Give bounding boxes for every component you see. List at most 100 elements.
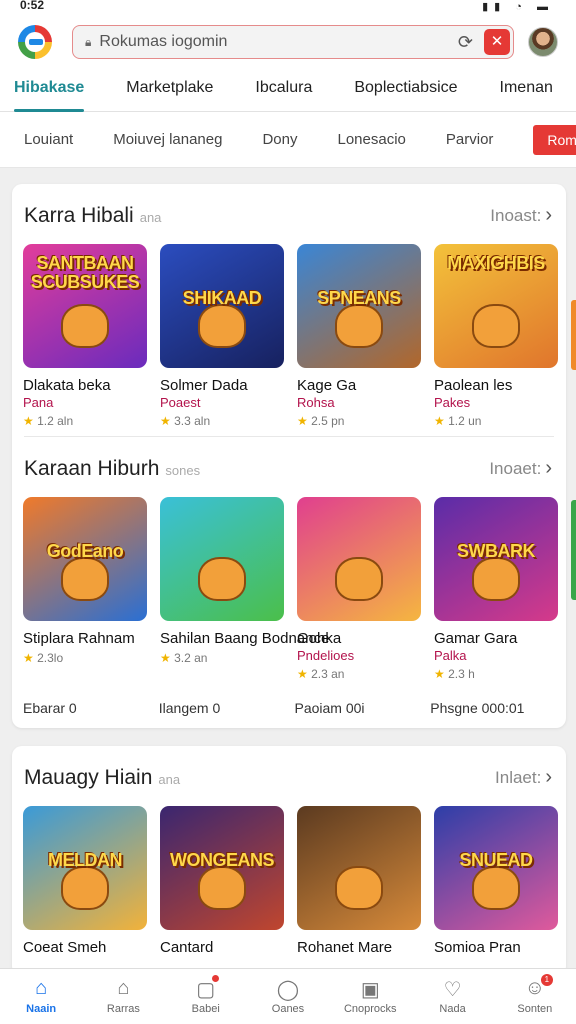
game-title: Gohka xyxy=(297,630,342,647)
app-logo-icon[interactable] xyxy=(18,25,52,59)
game-tile[interactable]: SHIKAAD Solmer Dada Poaest ★ 3.3 aln xyxy=(160,244,284,428)
game-thumbnail[interactable]: SWBARK xyxy=(434,497,558,621)
game-character-icon xyxy=(472,866,520,910)
rome-button[interactable]: Rome xyxy=(533,124,576,155)
see-more-label: Inlaet: xyxy=(495,768,542,787)
nav-sonten[interactable]: ☺ 1 Sonten xyxy=(494,969,576,1024)
nav-label: Cnoprocks xyxy=(343,1003,397,1015)
tab-boplectiabsice[interactable]: Boplectiabsice xyxy=(354,68,457,112)
rating-value: 1.2 aln xyxy=(37,414,74,428)
game-thumbnail[interactable] xyxy=(297,497,421,621)
game-logo-text: SNUEAD xyxy=(459,849,533,870)
game-thumbnail[interactable]: SHIKAAD xyxy=(160,244,284,368)
refresh-icon[interactable]: ⟳ xyxy=(458,32,473,53)
game-tile[interactable]: GodEano Stiplara Rahnam ★ 2.3lo xyxy=(23,497,147,681)
subnav-item[interactable]: Dony xyxy=(262,131,297,148)
game-title: Dlakata beka xyxy=(23,377,111,394)
game-thumbnail[interactable]: SNUEAD xyxy=(434,806,558,930)
game-title: Stiplara Rahnam xyxy=(23,630,135,647)
game-logo-text: SPNEANS xyxy=(317,287,401,308)
nav-label: Oanes xyxy=(271,1003,305,1015)
rating-value: 1.2 un xyxy=(448,414,482,428)
game-subtitle: Pakes xyxy=(434,395,471,410)
price-label: Ilangem 0 xyxy=(158,700,221,716)
see-more-link[interactable]: Inoaet: › xyxy=(489,457,552,480)
games-card: Mauagy Hiain ana Inlaet: › MELDAN Coeat Sme… xyxy=(12,746,566,976)
see-more-link[interactable]: Inoast: › xyxy=(490,204,552,227)
search-bar[interactable]: 🔒︎ Rokumas iogomin ⟳ ✕ xyxy=(72,25,514,59)
game-thumbnail[interactable]: SANTBAAN SCUBSUKES xyxy=(23,244,147,368)
see-more-link[interactable]: Inlaet: › xyxy=(495,766,552,789)
nav-oanes[interactable]: ◯ Oanes xyxy=(247,969,329,1024)
game-tile[interactable]: Sahilan Baang Bodnance ★ 3.2 an xyxy=(160,497,329,681)
game-thumbnail[interactable]: MELDAN xyxy=(23,806,147,930)
rating-value: 2.5 pn xyxy=(311,414,345,428)
star-icon: ★ xyxy=(434,667,449,681)
search-input[interactable]: Rokumas iogomin xyxy=(99,33,227,51)
square-icon: ▢ xyxy=(196,979,216,1001)
star-icon: ★ xyxy=(23,414,38,428)
game-tile[interactable]: Gohka Pndelioes ★ 2.3 an xyxy=(297,497,421,681)
nav-nada[interactable]: ♡ Nada xyxy=(411,969,493,1024)
tab-ibcalura[interactable]: Ibcalura xyxy=(255,68,312,112)
box-icon: ▣ xyxy=(360,979,380,1001)
game-title: Paolean les xyxy=(434,377,513,394)
avatar[interactable] xyxy=(528,27,558,57)
nav-label: Rarras xyxy=(106,1003,140,1015)
game-subtitle: Pana xyxy=(23,395,54,410)
game-tile[interactable]: Rohanet Mare xyxy=(297,806,421,956)
game-tile[interactable]: WONGEANS Cantard xyxy=(160,806,284,956)
game-character-icon xyxy=(61,557,109,601)
game-title: Cantard xyxy=(160,939,214,956)
game-logo-text: SWBARK xyxy=(457,540,536,561)
section-subtitle: ana xyxy=(139,210,162,225)
game-thumbnail[interactable]: MAXIGHBIS xyxy=(434,244,558,368)
nav-rarras[interactable]: ⌂ Rarras xyxy=(82,969,164,1024)
rating-value: 2.3 an xyxy=(311,667,345,681)
game-tile[interactable]: MAXIGHBIS Paolean les Pakes ★ 1.2 un xyxy=(434,244,558,428)
rating-value: 3.2 an xyxy=(174,651,208,665)
game-character-icon xyxy=(335,557,383,601)
game-thumbnail[interactable]: GodEano xyxy=(23,497,147,621)
circle-icon: ◯ xyxy=(276,979,300,1001)
star-icon: ★ xyxy=(297,667,312,681)
section-title: Karra Hibali ana xyxy=(24,204,161,228)
game-rating: ★ 1.2 un xyxy=(434,414,558,428)
tab-marketplake[interactable]: Marketplake xyxy=(126,68,213,112)
top-bar: 🔒︎ Rokumas iogomin ⟳ ✕ xyxy=(0,16,576,68)
tab-imenan[interactable]: Imenan xyxy=(500,68,553,112)
section-title: Karaan Hiburh sones xyxy=(24,457,200,481)
game-tile[interactable]: SWBARK Gamar Gara Palka ★ 2.3 h xyxy=(434,497,558,681)
game-thumbnail[interactable]: WONGEANS xyxy=(160,806,284,930)
bottom-navigation: ⌂ Naain ⌂ Rarras ▢ Babei ◯ Oanes ▣ Cnopr… xyxy=(0,968,576,1024)
game-title: Somioa Pran xyxy=(434,939,521,956)
close-button[interactable]: ✕ xyxy=(484,29,510,55)
subnav-item[interactable]: Moiuvej lananeg xyxy=(113,131,222,148)
nav-babei[interactable]: ▢ Babei xyxy=(165,969,247,1024)
games-card: Karra Hibali ana Inoast: › SANTBAAN SCUBSU… xyxy=(12,184,566,728)
game-tile[interactable]: SPNEANS Kage Ga Rohsa ★ 2.5 pn xyxy=(297,244,421,428)
subnav-item[interactable]: Parvior xyxy=(446,131,494,148)
game-rating: ★ 2.3 an xyxy=(297,667,421,681)
nav-label: Nada xyxy=(439,1003,466,1015)
game-title: Kage Ga xyxy=(297,377,357,394)
star-icon: ★ xyxy=(160,651,175,665)
game-tile[interactable]: SNUEAD Somioa Pran xyxy=(434,806,558,956)
subnav-item[interactable]: Louiant xyxy=(24,131,73,148)
tab-hibakase[interactable]: Hibakase xyxy=(14,68,85,112)
game-logo-text: SHIKAAD xyxy=(182,287,262,308)
nav-home[interactable]: ⌂ Naain xyxy=(0,969,82,1024)
game-rating: ★ 1.2 aln xyxy=(23,414,147,428)
game-title: Solmer Dada xyxy=(160,377,248,394)
section-header: Mauagy Hiain ana Inlaet: › xyxy=(12,746,566,806)
game-thumbnail[interactable] xyxy=(297,806,421,930)
game-title: Coeat Smeh xyxy=(23,939,107,956)
game-thumbnail[interactable] xyxy=(160,497,284,621)
game-thumbnail[interactable]: SPNEANS xyxy=(297,244,421,368)
nav-cnoprocks[interactable]: ▣ Cnoprocks xyxy=(329,969,411,1024)
section-subtitle: ana xyxy=(158,772,181,787)
subnav-item[interactable]: Lonesacio xyxy=(338,131,406,148)
game-subtitle: Palka xyxy=(434,648,467,663)
game-tile[interactable]: SANTBAAN SCUBSUKES Dlakata beka Pana ★ 1.2 … xyxy=(23,244,147,428)
game-tile[interactable]: MELDAN Coeat Smeh xyxy=(23,806,147,956)
